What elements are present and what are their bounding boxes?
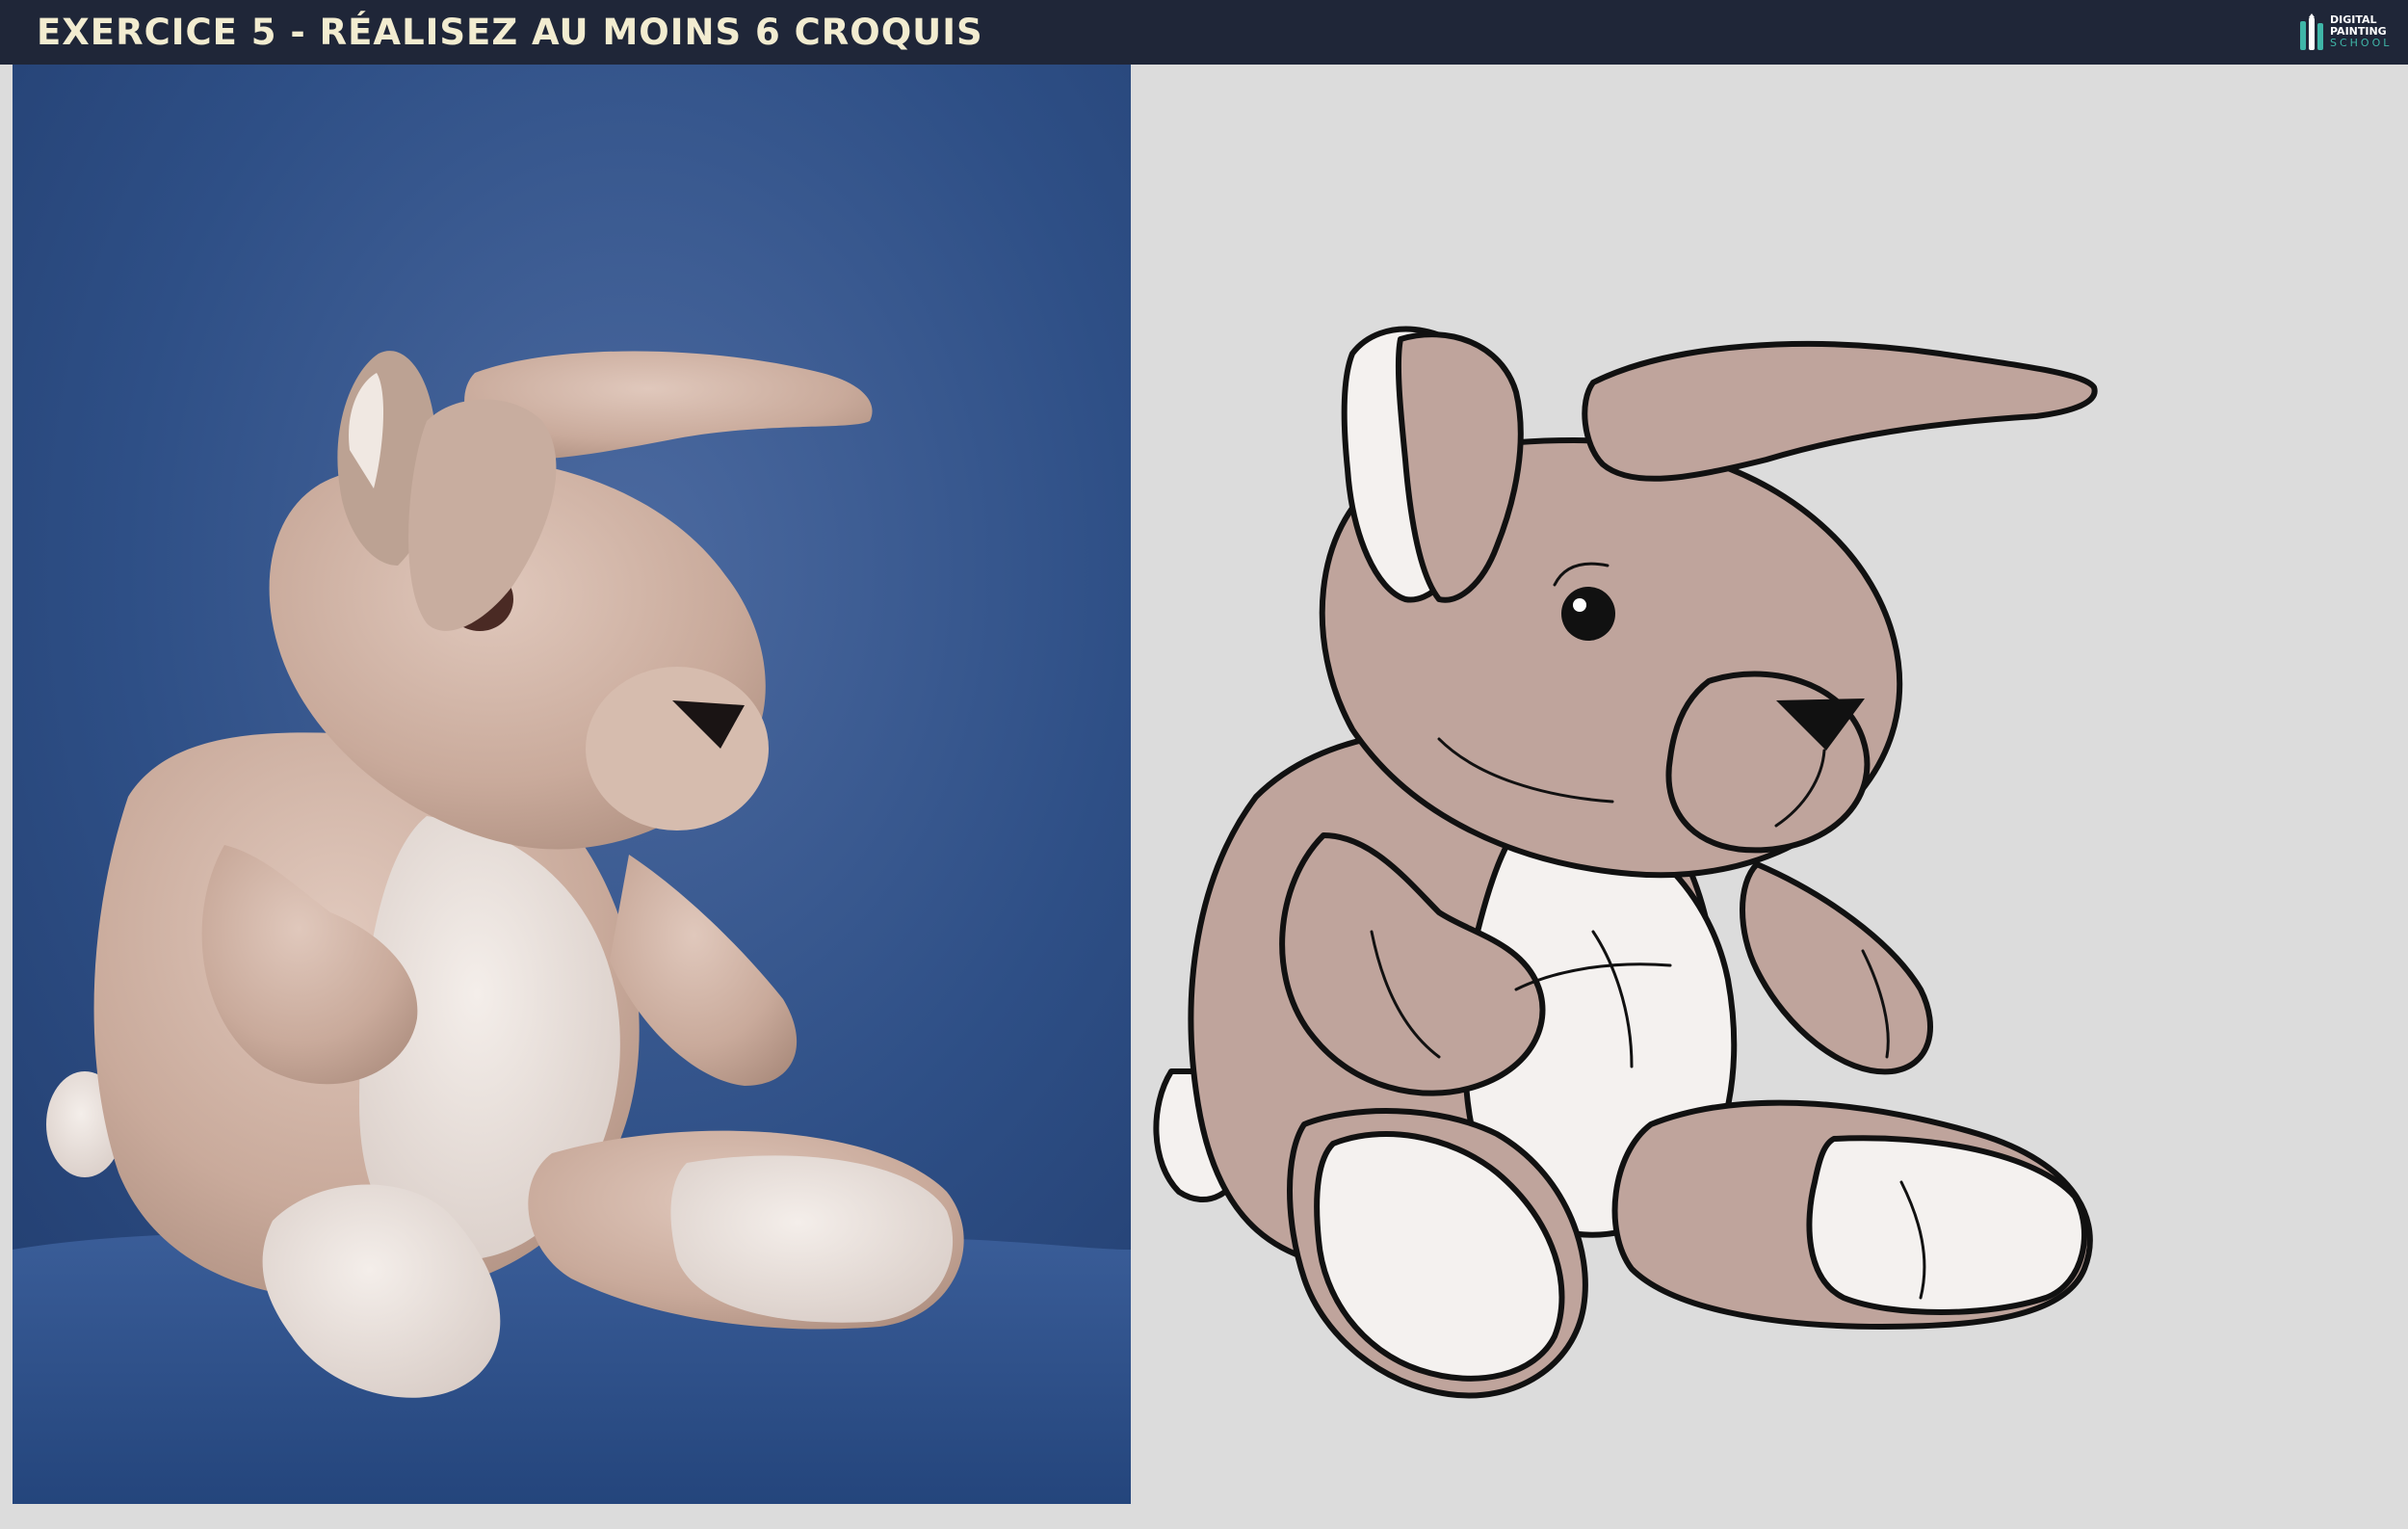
sketch-drawing: [1131, 65, 2408, 1529]
paintbrush-logo-icon: [2300, 13, 2323, 50]
reference-photo: [13, 65, 1131, 1504]
header-bar: EXERCICE 5 - RÉALISEZ AU MOINS 6 CROQUIS…: [0, 0, 2408, 65]
exercise-title: EXERCICE 5 - RÉALISEZ AU MOINS 6 CROQUIS: [37, 12, 983, 53]
logo-line-3: SCHOOL: [2330, 37, 2393, 49]
plush-rabbit-line-drawing: [1153, 326, 2098, 1399]
logo-wordmark: DIGITAL PAINTING SCHOOL: [2330, 14, 2392, 49]
digital-painting-school-logo: DIGITAL PAINTING SCHOOL: [2298, 12, 2395, 54]
plush-rabbit-photo: [13, 65, 1131, 1504]
